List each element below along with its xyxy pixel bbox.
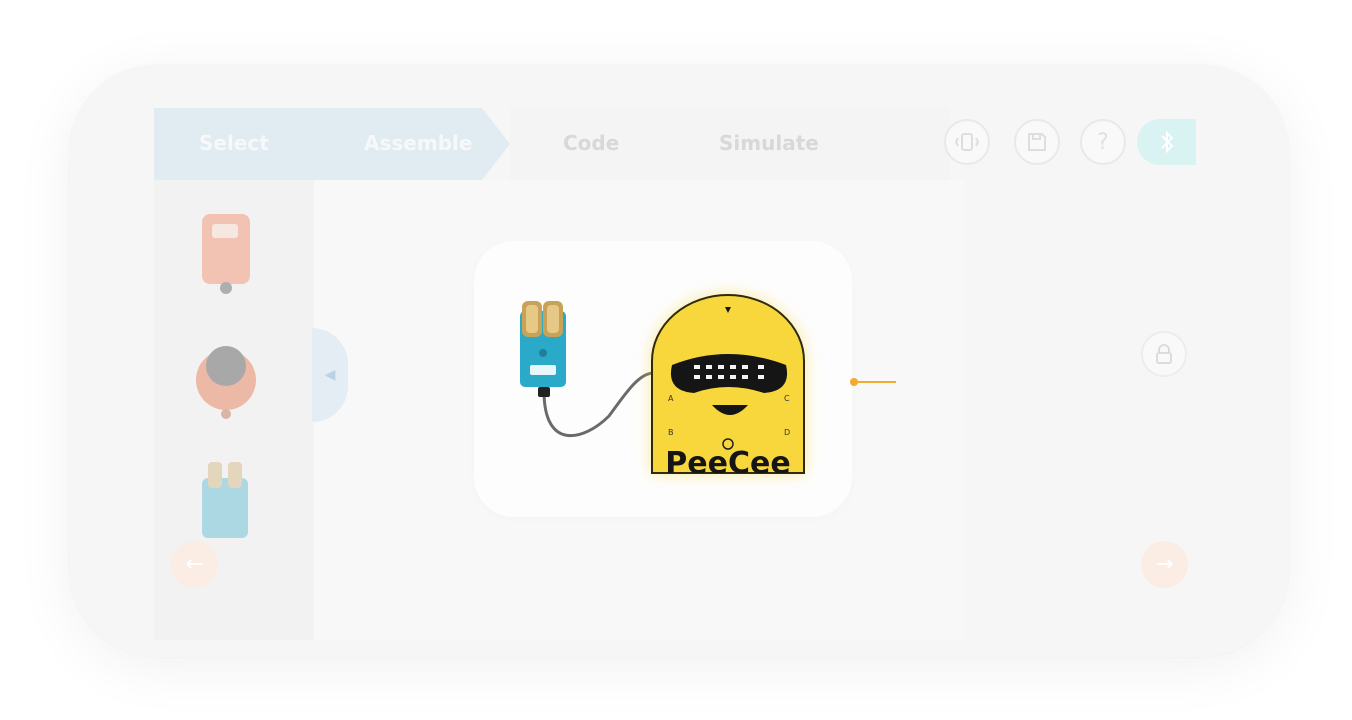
chevron-left-icon: ◀ <box>324 367 336 383</box>
orange-sensor-icon <box>202 214 250 294</box>
save-icon <box>1028 133 1046 151</box>
joystick-icon <box>196 346 256 419</box>
ultrasonic-sensor[interactable] <box>520 301 566 397</box>
next-button[interactable]: → <box>1141 541 1188 588</box>
peecee-robot[interactable]: PeeCee A B C D <box>651 294 805 481</box>
sidebar-part-joystick[interactable] <box>188 330 264 426</box>
step-simulate[interactable]: Simulate <box>719 128 819 158</box>
vibrate-icon <box>954 133 980 151</box>
help-icon: ? <box>1097 129 1109 155</box>
port-label-b: B <box>668 428 674 437</box>
port-label-a: A <box>668 394 674 403</box>
previous-button[interactable]: ← <box>171 541 218 588</box>
callout-dot <box>850 378 858 386</box>
bluetooth-button[interactable] <box>1137 119 1196 165</box>
robot-brand-label: PeeCee <box>665 446 790 481</box>
callout-line <box>854 381 896 383</box>
arrow-left-icon: ← <box>185 552 204 577</box>
lock-icon <box>1156 344 1172 364</box>
sidebar-part-orange-sensor[interactable] <box>188 206 264 302</box>
sidebar-part-ultrasonic-sensor[interactable] <box>188 458 264 554</box>
assembly-illustration: PeeCee A B C D <box>520 294 805 481</box>
step-select[interactable]: Select <box>199 128 269 158</box>
step-code[interactable]: Code <box>563 128 619 158</box>
vibrate-button[interactable] <box>944 119 990 165</box>
save-button[interactable] <box>1014 119 1060 165</box>
ultrasonic-sensor-icon <box>202 462 248 538</box>
port-label-d: D <box>784 428 790 437</box>
help-button[interactable]: ? <box>1080 119 1126 165</box>
step-assemble[interactable]: Assemble <box>364 128 472 158</box>
arrow-right-icon: → <box>1155 552 1174 577</box>
port-label-c: C <box>784 394 790 403</box>
lock-button[interactable] <box>1141 331 1187 377</box>
bluetooth-icon <box>1160 130 1173 154</box>
